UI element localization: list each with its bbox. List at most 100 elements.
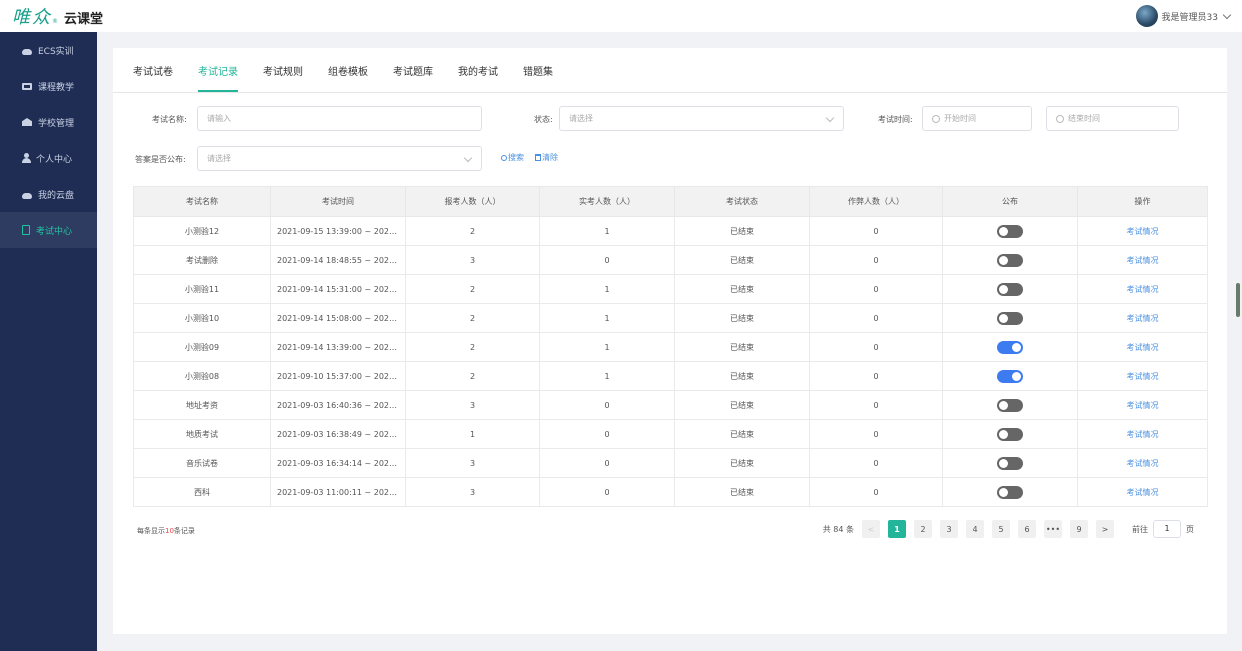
- clock-icon: [1056, 114, 1064, 123]
- sidebar-item-cloud-disk[interactable]: 我的云盘: [0, 176, 97, 212]
- exam-details-link[interactable]: 考试情况: [1077, 216, 1208, 246]
- exam-details-link[interactable]: 考试情况: [1077, 361, 1208, 391]
- actual-count-cell: 1: [539, 361, 675, 391]
- page-ellipsis-button[interactable]: •••: [1044, 520, 1062, 538]
- column-header: 报考人数（人）: [405, 186, 540, 217]
- cheat-count-cell: 0: [809, 303, 943, 333]
- start-time-input[interactable]: 开始时间: [922, 106, 1032, 131]
- page-scrollbar[interactable]: [1236, 283, 1240, 317]
- sidebar-item-label: 考试中心: [36, 226, 73, 237]
- actual-count-cell: 0: [539, 448, 675, 478]
- answer-public-select[interactable]: 请选择: [197, 146, 482, 171]
- answer-public-label: 答案是否公布:: [135, 155, 186, 164]
- exam-details-link[interactable]: 考试情况: [1077, 448, 1208, 478]
- exam-time-cell: 2021-09-10 15:37:00 ~ 2021-09-10: [270, 361, 406, 391]
- tab-wrong-questions[interactable]: 错题集: [523, 63, 553, 92]
- publish-toggle[interactable]: [997, 340, 1023, 354]
- exam-details-link[interactable]: 考试情况: [1077, 419, 1208, 449]
- tab-exam-records[interactable]: 考试记录: [198, 63, 238, 92]
- publish-cell: [942, 361, 1078, 391]
- status-select[interactable]: 请选择: [559, 106, 844, 131]
- exam-name-cell: 考试删除: [133, 245, 271, 275]
- publish-cell: [942, 274, 1078, 304]
- sidebar-item-course[interactable]: 课程教学: [0, 68, 97, 104]
- cheat-count-cell: 0: [809, 419, 943, 449]
- cheat-count-cell: 0: [809, 216, 943, 246]
- chevron-down-icon[interactable]: [1222, 10, 1232, 19]
- page-button[interactable]: 6: [1018, 520, 1036, 538]
- exam-details-link[interactable]: 考试情况: [1077, 245, 1208, 275]
- user-menu[interactable]: 我是管理员33: [1135, 5, 1232, 27]
- actual-count-cell: 0: [539, 245, 675, 275]
- publish-toggle[interactable]: [997, 456, 1023, 470]
- school-icon: [22, 118, 32, 126]
- exam-status-cell: 已结束: [674, 477, 810, 507]
- publish-cell: [942, 332, 1078, 362]
- registered-count-cell: 1: [405, 419, 540, 449]
- tab-question-bank[interactable]: 考试题库: [393, 63, 433, 92]
- publish-toggle[interactable]: [997, 427, 1023, 441]
- sidebar-item-exam-center[interactable]: 考试中心: [0, 212, 97, 248]
- exam-details-link[interactable]: 考试情况: [1077, 477, 1208, 507]
- tab-exam-papers[interactable]: 考试试卷: [133, 63, 173, 92]
- exam-name-cell: 西科: [133, 477, 271, 507]
- exam-name-cell: 小测验12: [133, 216, 271, 246]
- publish-toggle[interactable]: [997, 398, 1023, 412]
- page-button[interactable]: 9: [1070, 520, 1088, 538]
- page-button[interactable]: 1: [888, 520, 906, 538]
- publish-cell: [942, 419, 1078, 449]
- goto-suffix: 页: [1186, 524, 1194, 534]
- exam-name-cell: 音乐试卷: [133, 448, 271, 478]
- column-header: 考试名称: [133, 186, 271, 217]
- avatar[interactable]: [1135, 5, 1158, 27]
- sidebar-item-personal[interactable]: 个人中心: [0, 140, 97, 176]
- sidebar-item-ecs[interactable]: ECS实训: [0, 32, 97, 68]
- page-button[interactable]: 4: [966, 520, 984, 538]
- exam-status-cell: 已结束: [674, 303, 810, 333]
- tab-my-exams[interactable]: 我的考试: [458, 63, 498, 92]
- column-header: 实考人数（人）: [539, 186, 675, 217]
- search-button[interactable]: 搜索: [501, 152, 524, 163]
- per-page-info: 每条显示10条记录: [137, 526, 195, 536]
- column-header: 考试状态: [674, 186, 810, 217]
- registered-count-cell: 3: [405, 390, 540, 420]
- exam-name-placeholder: 请输入: [207, 114, 231, 123]
- cloud-icon: [22, 48, 32, 55]
- publish-toggle[interactable]: [997, 224, 1023, 238]
- publish-cell: [942, 477, 1078, 507]
- publish-toggle[interactable]: [997, 485, 1023, 499]
- exam-details-link[interactable]: 考试情况: [1077, 332, 1208, 362]
- exam-status-cell: 已结束: [674, 245, 810, 275]
- status-label: 状态:: [534, 115, 553, 124]
- tab-paper-templates[interactable]: 组卷模板: [328, 63, 368, 92]
- total-count: 共 84 条: [822, 524, 854, 534]
- exam-details-link[interactable]: 考试情况: [1077, 303, 1208, 333]
- publish-cell: [942, 390, 1078, 420]
- logo: 唯众 ® 云课堂: [12, 3, 103, 29]
- next-page-button[interactable]: >: [1096, 520, 1114, 538]
- end-time-input[interactable]: 结束时间: [1046, 106, 1179, 131]
- prev-page-button[interactable]: <: [862, 520, 880, 538]
- page-button[interactable]: 3: [940, 520, 958, 538]
- cheat-count-cell: 0: [809, 361, 943, 391]
- user-name[interactable]: 我是管理员33: [1162, 10, 1218, 23]
- page-button[interactable]: 5: [992, 520, 1010, 538]
- publish-toggle[interactable]: [997, 282, 1023, 296]
- cheat-count-cell: 0: [809, 477, 943, 507]
- exam-time-cell: 2021-09-14 18:48:55 ~ 2021-09-14: [270, 245, 406, 275]
- exam-details-link[interactable]: 考试情况: [1077, 274, 1208, 304]
- publish-toggle[interactable]: [997, 311, 1023, 325]
- clear-button[interactable]: 清除: [535, 152, 558, 163]
- sidebar-item-school[interactable]: 学校管理: [0, 104, 97, 140]
- registered-count-cell: 2: [405, 216, 540, 246]
- tab-exam-rules[interactable]: 考试规则: [263, 63, 303, 92]
- exam-name-input[interactable]: 请输入: [197, 106, 482, 131]
- page-button[interactable]: 2: [914, 520, 932, 538]
- goto-page-input[interactable]: 1: [1153, 520, 1181, 538]
- publish-toggle[interactable]: [997, 369, 1023, 383]
- publish-toggle[interactable]: [997, 253, 1023, 267]
- publish-cell: [942, 216, 1078, 246]
- exam-details-link[interactable]: 考试情况: [1077, 390, 1208, 420]
- sidebar-item-label: 个人中心: [36, 154, 73, 165]
- table-row: 音乐试卷2021-09-03 16:34:14 ~ 2021-09-0330已结…: [133, 448, 1208, 478]
